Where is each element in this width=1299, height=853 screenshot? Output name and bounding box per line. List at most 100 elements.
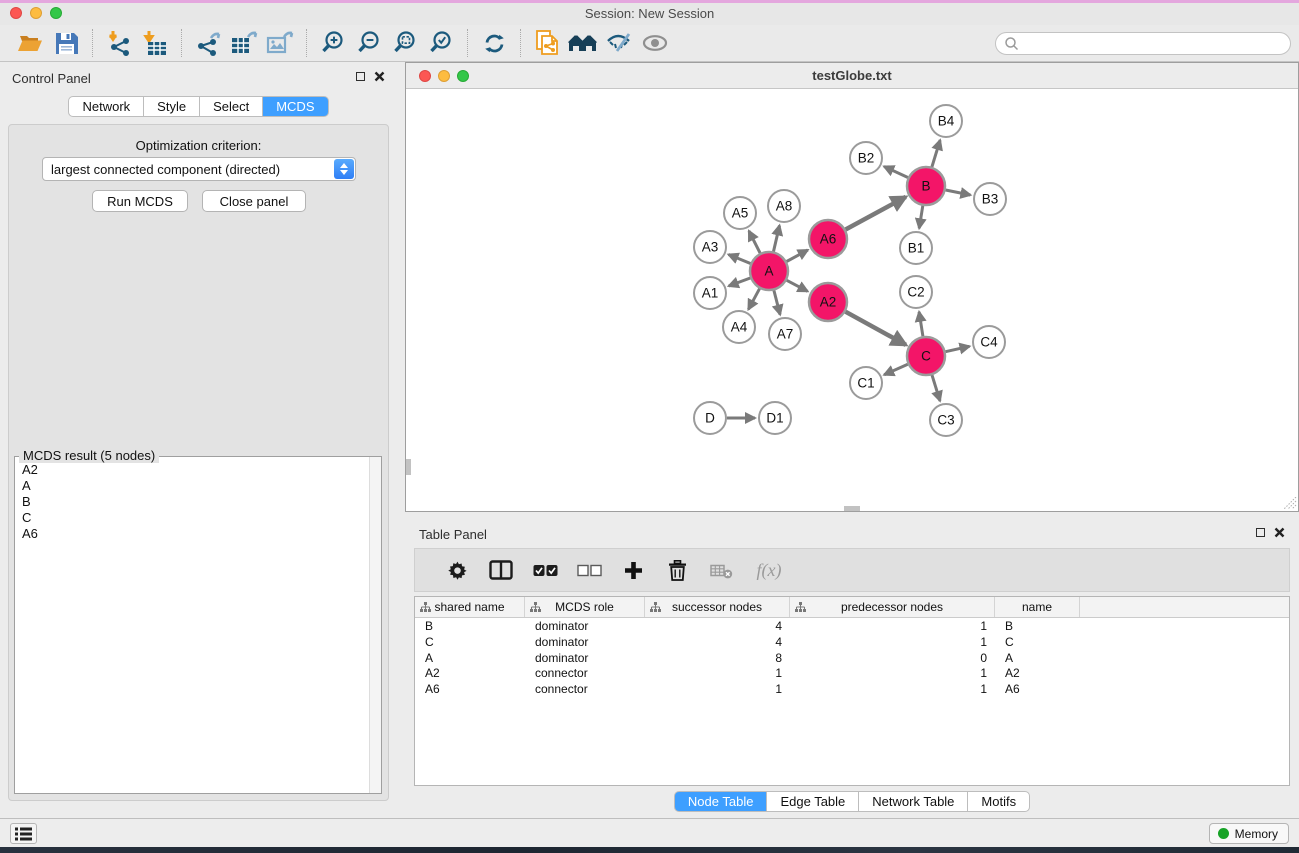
- column-header-shared-name[interactable]: shared name: [415, 597, 525, 617]
- plus-icon[interactable]: [611, 552, 655, 588]
- close-panel-button[interactable]: Close panel: [202, 190, 306, 212]
- tab-edge-table[interactable]: Edge Table: [766, 791, 859, 812]
- split-table-icon[interactable]: [479, 552, 523, 588]
- trash-icon[interactable]: [655, 552, 699, 588]
- column-header-successor-nodes[interactable]: successor nodes: [645, 597, 790, 617]
- node-C3[interactable]: C3: [930, 404, 962, 436]
- edge-A2-C[interactable]: [846, 312, 906, 345]
- node-B2[interactable]: B2: [850, 142, 882, 174]
- float-panel-icon[interactable]: [356, 72, 365, 81]
- import-network-icon[interactable]: [101, 28, 137, 58]
- edge-C-C4[interactable]: [946, 346, 970, 351]
- network-canvas[interactable]: A A1 A2 A3 A4 A5 A6 A7 A8 B B1 B2 B3 B4 C C1 C2 C3 C4 D D1: [406, 89, 1298, 511]
- delete-table-icon[interactable]: [699, 552, 743, 588]
- node-B1[interactable]: B1: [900, 232, 932, 264]
- node-B3[interactable]: B3: [974, 183, 1006, 215]
- network-window-titlebar[interactable]: testGlobe.txt: [406, 63, 1298, 89]
- tab-motifs[interactable]: Motifs: [967, 791, 1030, 812]
- zoom-out-icon[interactable]: [351, 28, 387, 58]
- memory-button[interactable]: Memory: [1209, 823, 1289, 844]
- tab-node-table[interactable]: Node Table: [674, 791, 768, 812]
- table-row[interactable]: A2connector11A2: [415, 665, 1289, 681]
- edge-A-A2[interactable]: [787, 280, 808, 291]
- edge-A6-B[interactable]: [846, 197, 906, 230]
- function-builder-icon[interactable]: f(x): [757, 560, 782, 581]
- node-A[interactable]: A: [750, 252, 788, 290]
- node-B[interactable]: B: [907, 167, 945, 205]
- export-network-icon[interactable]: [190, 28, 226, 58]
- edge-A-A8[interactable]: [774, 226, 780, 252]
- edge-A-A6[interactable]: [787, 250, 808, 262]
- node-A7[interactable]: A7: [769, 318, 801, 350]
- edge-B-B1[interactable]: [919, 206, 923, 229]
- table-row[interactable]: Adominator80A: [415, 650, 1289, 666]
- table-row[interactable]: Bdominator41B: [415, 618, 1289, 634]
- node-A1[interactable]: A1: [694, 277, 726, 309]
- mcds-result-item[interactable]: A2: [22, 462, 362, 478]
- edge-A-A3[interactable]: [729, 255, 751, 264]
- resize-grip-icon[interactable]: [1284, 497, 1297, 510]
- edge-A-A7[interactable]: [774, 290, 780, 314]
- edge-B-B2[interactable]: [884, 167, 908, 178]
- gear-icon[interactable]: [435, 552, 479, 588]
- search-input[interactable]: [995, 32, 1291, 55]
- export-table-icon[interactable]: [226, 28, 262, 58]
- tab-network-table[interactable]: Network Table: [858, 791, 968, 812]
- mcds-result-item[interactable]: A: [22, 478, 362, 494]
- node-D[interactable]: D: [694, 402, 726, 434]
- mcds-result-item[interactable]: B: [22, 494, 362, 510]
- node-A5[interactable]: A5: [724, 197, 756, 229]
- import-table-icon[interactable]: [137, 28, 173, 58]
- edge-A-A4[interactable]: [748, 289, 759, 310]
- close-table-panel-icon[interactable]: [1274, 527, 1285, 538]
- mcds-result-scrollbar[interactable]: [369, 457, 381, 793]
- edge-A-A5[interactable]: [749, 231, 760, 253]
- tab-network[interactable]: Network: [68, 96, 144, 117]
- refresh-icon[interactable]: [476, 28, 512, 58]
- node-A8[interactable]: A8: [768, 190, 800, 222]
- node-C[interactable]: C: [907, 337, 945, 375]
- mcds-result-item[interactable]: C: [22, 510, 362, 526]
- node-D1[interactable]: D1: [759, 402, 791, 434]
- node-C2[interactable]: C2: [900, 276, 932, 308]
- column-header-mcds-role[interactable]: MCDS role: [525, 597, 645, 617]
- tab-style[interactable]: Style: [143, 96, 200, 117]
- node-A2[interactable]: A2: [809, 283, 847, 321]
- mcds-result-item[interactable]: A6: [22, 526, 362, 542]
- eye-icon[interactable]: [637, 28, 673, 58]
- open-file-icon[interactable]: [12, 28, 48, 58]
- node-B4[interactable]: B4: [930, 105, 962, 137]
- column-header-name[interactable]: name: [995, 597, 1080, 617]
- edge-B-B3[interactable]: [946, 190, 971, 195]
- export-image-icon[interactable]: [262, 28, 298, 58]
- edge-A-A1[interactable]: [729, 278, 751, 286]
- node-A4[interactable]: A4: [723, 311, 755, 343]
- edge-C-C3[interactable]: [932, 375, 940, 401]
- visibility-off-icon[interactable]: [601, 28, 637, 58]
- table-row[interactable]: A6connector11A6: [415, 681, 1289, 697]
- edge-B-B4[interactable]: [932, 140, 940, 167]
- node-C1[interactable]: C1: [850, 367, 882, 399]
- criterion-dropdown[interactable]: largest connected component (directed): [42, 157, 356, 181]
- tab-mcds[interactable]: MCDS: [262, 96, 328, 117]
- edge-C-C1[interactable]: [884, 364, 908, 375]
- table-row[interactable]: Cdominator41C: [415, 634, 1289, 650]
- canvas-bottom-scroll-tick[interactable]: [844, 506, 860, 511]
- run-mcds-button[interactable]: Run MCDS: [92, 190, 188, 212]
- task-history-button[interactable]: [10, 823, 37, 844]
- float-table-panel-icon[interactable]: [1256, 528, 1265, 537]
- node-C4[interactable]: C4: [973, 326, 1005, 358]
- unchecked-boxes-icon[interactable]: [567, 552, 611, 588]
- tab-select[interactable]: Select: [199, 96, 263, 117]
- houses-icon[interactable]: [565, 28, 601, 58]
- close-panel-icon[interactable]: [374, 71, 385, 82]
- edge-C-C2[interactable]: [919, 312, 923, 336]
- node-A6[interactable]: A6: [809, 220, 847, 258]
- node-A3[interactable]: A3: [694, 231, 726, 263]
- zoom-fit-icon[interactable]: [387, 28, 423, 58]
- network-from-file-icon[interactable]: [529, 28, 565, 58]
- canvas-left-scroll-tick[interactable]: [406, 459, 411, 475]
- zoom-selected-icon[interactable]: [423, 28, 459, 58]
- column-header-predecessor-nodes[interactable]: predecessor nodes: [790, 597, 995, 617]
- zoom-in-icon[interactable]: [315, 28, 351, 58]
